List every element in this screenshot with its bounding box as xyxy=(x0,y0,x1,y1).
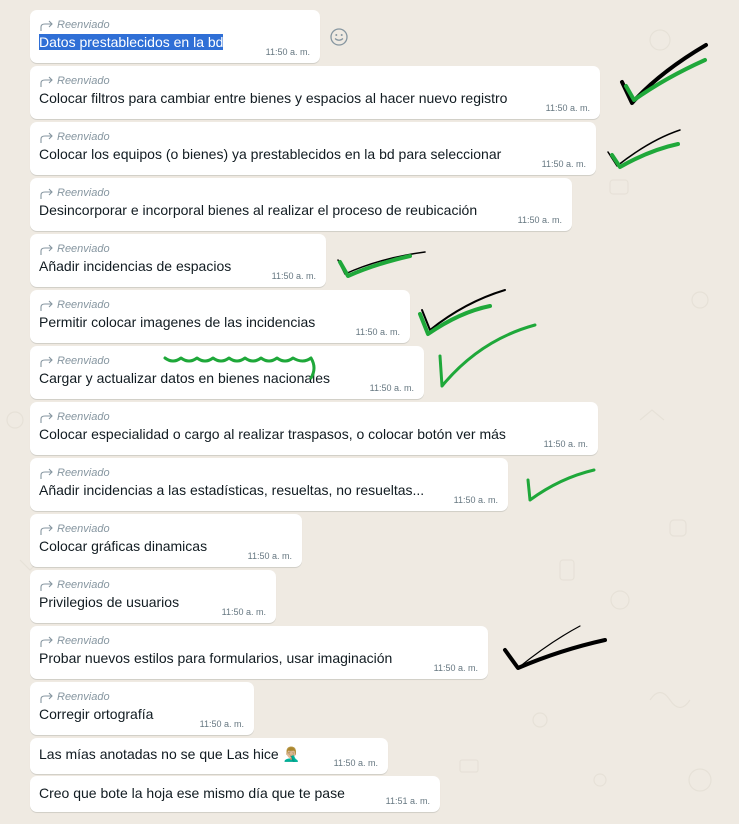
forwarded-label: Reenviado xyxy=(39,298,400,313)
black-check-mark xyxy=(503,638,607,670)
message-bubble[interactable]: Reenviado Probar nuevos estilos para for… xyxy=(30,626,488,679)
message-bubble[interactable]: Reenviado Corregir ortografía 11:50 a. m… xyxy=(30,682,254,735)
message-bubble[interactable]: Reenviado Colocar gráficas dinamicas 11:… xyxy=(30,514,302,567)
forwarded-label: Reenviado xyxy=(39,354,414,369)
message-text: Añadir incidencias a las estadísticas, r… xyxy=(39,482,425,498)
message-bubble[interactable]: Reenviado Cargar y actualizar datos en b… xyxy=(30,346,424,399)
message-bubble[interactable]: Creo que bote la hoja ese mismo día que … xyxy=(30,776,440,812)
forward-arrow-icon xyxy=(40,468,53,479)
message-text: Colocar los equipos (o bienes) ya presta… xyxy=(39,146,502,162)
forward-arrow-icon xyxy=(40,356,53,367)
message-bubble[interactable]: Reenviado Desincorporar e incorporal bie… xyxy=(30,178,572,231)
message-time: 11:50 a. m. xyxy=(517,215,562,225)
forwarded-label: Reenviado xyxy=(39,466,498,481)
forward-arrow-icon xyxy=(40,300,53,311)
message-time: 11:50 a. m. xyxy=(543,439,588,449)
forwarded-label: Reenviado xyxy=(39,690,244,705)
green-check-mark xyxy=(418,304,492,336)
forward-arrow-icon xyxy=(40,188,53,199)
forward-arrow-icon xyxy=(40,580,53,591)
message-text: Creo que bote la hoja ese mismo día que … xyxy=(39,785,345,801)
forwarded-label: Reenviado xyxy=(39,130,586,145)
message-bubble[interactable]: Las mías anotadas no se que Las hice 🤦🏼‍… xyxy=(30,738,388,774)
message-time: 11:50 a. m. xyxy=(545,103,590,113)
green-check-mark xyxy=(610,142,680,169)
black-check-mark xyxy=(607,129,681,167)
forward-arrow-icon xyxy=(40,692,53,703)
message-time: 11:50 a. m. xyxy=(369,383,414,393)
forward-arrow-icon xyxy=(40,636,53,647)
message-time: 11:50 a. m. xyxy=(271,271,316,281)
forwarded-label: Reenviado xyxy=(39,634,478,649)
forwarded-label: Reenviado xyxy=(39,74,590,89)
message-text: Las mías anotadas no se que Las hice 🤦🏼‍… xyxy=(39,746,301,762)
message-time: 11:50 a. m. xyxy=(221,607,266,617)
forwarded-label: Reenviado xyxy=(39,522,292,537)
message-text: Permitir colocar imagenes de las inciden… xyxy=(39,314,316,330)
forward-arrow-icon xyxy=(40,524,53,535)
message-bubble[interactable]: Reenviado Privilegios de usuarios 11:50 … xyxy=(30,570,276,623)
green-check-mark xyxy=(338,254,412,278)
green-check-mark xyxy=(438,323,537,388)
forward-arrow-icon xyxy=(40,76,53,87)
message-bubble[interactable]: Reenviado Colocar los equipos (o bienes)… xyxy=(30,122,596,175)
forwarded-label: Reenviado xyxy=(39,242,316,257)
message-text: Colocar filtros para cambiar entre biene… xyxy=(39,90,508,106)
forwarded-label: Reenviado xyxy=(39,186,562,201)
message-bubble[interactable]: Reenviado Colocar especialidad o cargo a… xyxy=(30,402,598,455)
message-time: 11:50 a. m. xyxy=(541,159,586,169)
message-time: 11:50 a. m. xyxy=(355,327,400,337)
message-bubble[interactable]: Reenviado Añadir incidencias de espacios… xyxy=(30,234,326,287)
message-time: 11:50 a. m. xyxy=(247,551,292,561)
forwarded-label: Reenviado xyxy=(39,410,588,425)
message-bubble[interactable]: Reenviado Añadir incidencias a las estad… xyxy=(30,458,508,511)
message-bubble[interactable]: Reenviado Datos prestablecidos en la bd … xyxy=(30,10,320,63)
forward-arrow-icon xyxy=(40,132,53,143)
black-check-mark xyxy=(620,43,708,105)
black-check-mark xyxy=(517,625,581,669)
black-check-mark xyxy=(337,251,426,275)
forward-arrow-icon xyxy=(40,244,53,255)
green-check-mark xyxy=(624,58,707,102)
green-check-mark xyxy=(526,468,596,502)
message-time: 11:50 a. m. xyxy=(453,495,498,505)
forward-arrow-icon xyxy=(40,20,53,31)
message-time: 11:50 a. m. xyxy=(265,47,310,57)
message-bubble[interactable]: Reenviado Permitir colocar imagenes de l… xyxy=(30,290,410,343)
message-text: Colocar especialidad o cargo al realizar… xyxy=(39,426,506,442)
message-bubble[interactable]: Reenviado Colocar filtros para cambiar e… xyxy=(30,66,600,119)
message-time: 11:51 a. m. xyxy=(385,796,430,806)
forward-arrow-icon xyxy=(40,412,53,423)
emoji-smiley-icon[interactable] xyxy=(329,27,349,47)
message-time: 11:50 a. m. xyxy=(199,719,244,729)
message-text: Desincorporar e incorporal bienes al rea… xyxy=(39,202,478,218)
message-text: Cargar y actualizar datos en bienes naci… xyxy=(39,370,331,386)
forwarded-label: Reenviado xyxy=(39,578,266,593)
message-time: 11:50 a. m. xyxy=(333,758,378,768)
forwarded-label: Reenviado xyxy=(39,18,310,33)
black-check-mark xyxy=(421,289,506,331)
message-text: Probar nuevos estilos para formularios, … xyxy=(39,650,393,666)
message-time: 11:50 a. m. xyxy=(433,663,478,673)
